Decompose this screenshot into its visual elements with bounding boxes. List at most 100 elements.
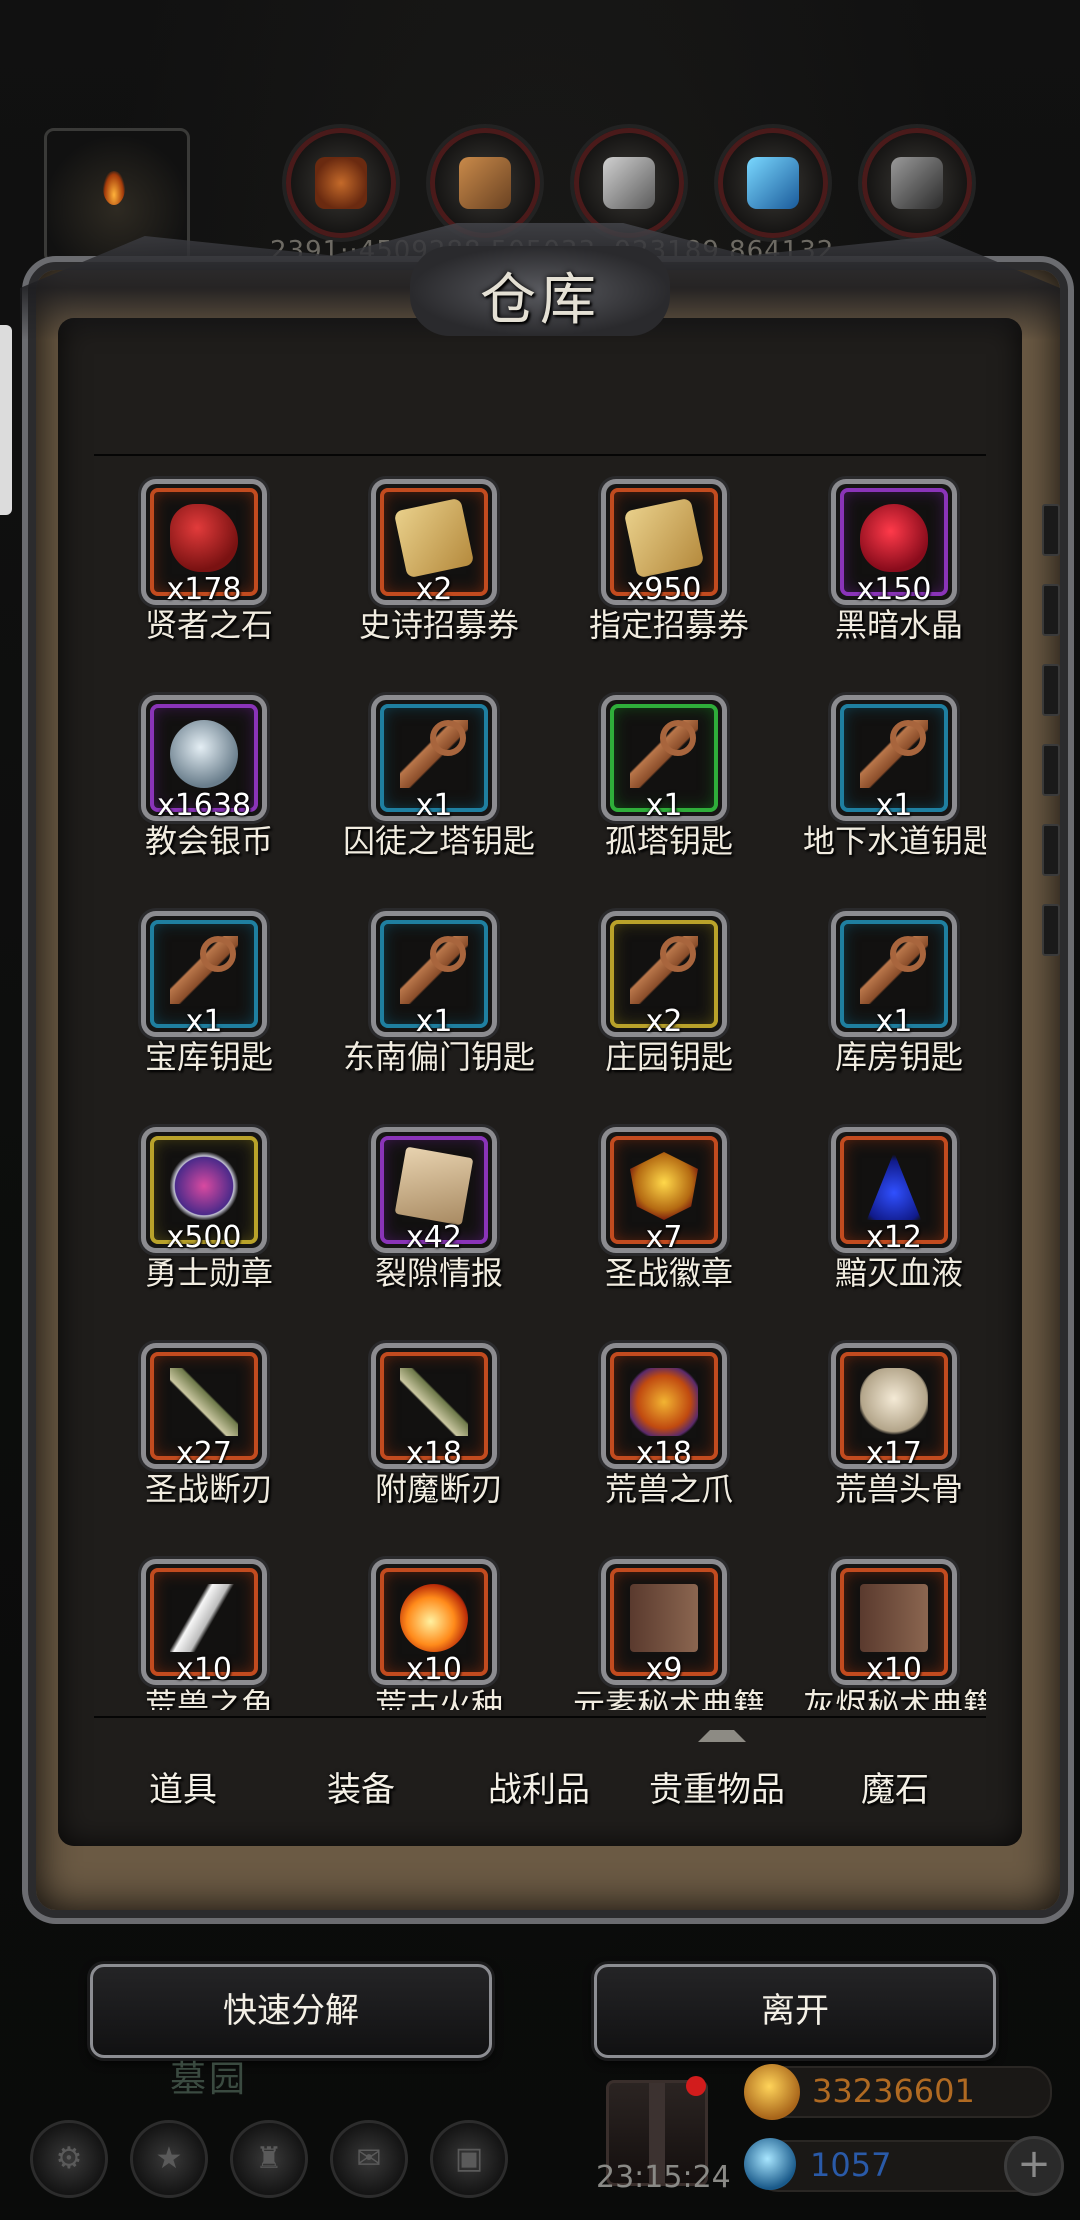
inventory-item[interactable]: x2 史诗招募券 xyxy=(324,470,554,686)
inventory-item[interactable]: x500 勇士勋章 xyxy=(94,1118,324,1334)
tab-equipment[interactable]: 装备 xyxy=(272,1722,450,1858)
hero-icon[interactable]: ♜ xyxy=(230,2120,308,2198)
key-icon xyxy=(400,936,468,1004)
inventory-item[interactable]: x42 裂隙情报 xyxy=(324,1118,554,1334)
item-slot[interactable]: x17 xyxy=(836,1348,952,1471)
stone-icon xyxy=(170,504,238,572)
tab-loot[interactable]: 战利品 xyxy=(450,1722,628,1858)
item-name: 裂隙情报 xyxy=(374,1254,503,1292)
inventory-item[interactable]: x950 指定招募券 xyxy=(554,470,784,686)
item-name: 灰烬秘术典籍 xyxy=(802,1686,986,1710)
item-slot[interactable]: x950 xyxy=(606,484,722,607)
star-icon[interactable]: ★ xyxy=(130,2120,208,2198)
item-slot[interactable]: x500 xyxy=(146,1132,262,1255)
item-slot[interactable]: x2 xyxy=(376,484,492,607)
gem-icon xyxy=(744,2138,796,2190)
blood-icon xyxy=(866,1152,922,1220)
inventory-item[interactable]: x178 贤者之石 xyxy=(94,470,324,686)
item-name: 囚徒之塔钥匙 xyxy=(342,822,535,860)
item-name: 东南偏门钥匙 xyxy=(342,1038,535,1076)
mail-icon[interactable]: ✉ xyxy=(330,2120,408,2198)
item-name: 库房钥匙 xyxy=(834,1038,963,1076)
key-icon xyxy=(630,936,698,1004)
item-slot[interactable]: x1 xyxy=(146,916,262,1039)
item-slot[interactable]: x2 xyxy=(606,916,722,1039)
item-name: 圣战断刃 xyxy=(144,1470,273,1508)
item-slot[interactable]: x150 xyxy=(836,484,952,607)
item-slot[interactable]: x7 xyxy=(606,1132,722,1255)
inventory-item[interactable]: x2 庄园钥匙 xyxy=(554,902,784,1118)
item-slot[interactable]: x178 xyxy=(146,484,262,607)
item-slot[interactable]: x1 xyxy=(376,916,492,1039)
item-slot[interactable]: x10 xyxy=(376,1564,492,1687)
item-grid[interactable]: x178 贤者之石 x2 史诗招募券 x950 指定招募券 x150 黑暗水晶 x1638 教会银… xyxy=(94,470,986,1710)
book-icon xyxy=(630,1584,698,1652)
inventory-item[interactable]: x1 孤塔钥匙 xyxy=(554,686,784,902)
tab-items[interactable]: 道具 xyxy=(94,1722,272,1858)
inventory-item[interactable]: x18 附魔断刃 xyxy=(324,1334,554,1550)
item-slot[interactable]: x12 xyxy=(836,1132,952,1255)
inventory-item[interactable]: x10 荒兽之角 xyxy=(94,1550,324,1710)
item-slot[interactable]: x42 xyxy=(376,1132,492,1255)
meat-icon[interactable] xyxy=(286,128,396,238)
add-gems-button[interactable]: + xyxy=(1004,2136,1064,2196)
inventory-item[interactable]: x9 元素秘术典籍 xyxy=(554,1550,784,1710)
item-name: 庄园钥匙 xyxy=(604,1038,733,1076)
inventory-item[interactable]: x10 荒古火种 xyxy=(324,1550,554,1710)
item-name: 荒兽之爪 xyxy=(604,1470,733,1508)
item-slot[interactable]: x10 xyxy=(146,1564,262,1687)
category-tabs: 道具 装备 战利品 贵重物品 魔石 xyxy=(94,1722,986,1858)
side-drawer-handle[interactable] xyxy=(0,325,12,515)
item-name: 黯灭血液 xyxy=(834,1254,963,1292)
settings-icon[interactable]: ⚙ xyxy=(30,2120,108,2198)
leave-button[interactable]: 离开 xyxy=(594,1964,996,2058)
claw-icon xyxy=(630,1368,698,1436)
item-slot[interactable]: x1 xyxy=(836,700,952,823)
book-icon xyxy=(860,1584,928,1652)
inventory-item[interactable]: x27 圣战断刃 xyxy=(94,1334,324,1550)
item-slot[interactable]: x10 xyxy=(836,1564,952,1687)
item-slot[interactable]: x18 xyxy=(376,1348,492,1471)
inventory-item[interactable]: x1 囚徒之塔钥匙 xyxy=(324,686,554,902)
key-icon xyxy=(630,720,698,788)
item-slot[interactable]: x1 xyxy=(376,700,492,823)
gold-amount: 33236601 xyxy=(812,2072,975,2110)
fire-icon xyxy=(400,1584,468,1652)
item-slot[interactable]: x18 xyxy=(606,1348,722,1471)
quick-decompose-button[interactable]: 快速分解 xyxy=(90,1964,492,2058)
item-slot[interactable]: x1 xyxy=(836,916,952,1039)
inventory-item[interactable]: x12 黯灭血液 xyxy=(784,1118,986,1334)
badge-icon xyxy=(630,1152,698,1220)
gift-timer: 23:15:24 xyxy=(596,2160,731,2195)
item-slot[interactable]: x27 xyxy=(146,1348,262,1471)
iron-icon[interactable] xyxy=(574,128,684,238)
item-slot[interactable]: x9 xyxy=(606,1564,722,1687)
key-icon xyxy=(860,720,928,788)
inventory-item[interactable]: x7 圣战徽章 xyxy=(554,1118,784,1334)
crystal-icon[interactable] xyxy=(718,128,828,238)
item-name: 勇士勋章 xyxy=(144,1254,273,1292)
inventory-item[interactable]: x1638 教会银币 xyxy=(94,686,324,902)
paper-icon xyxy=(394,1146,474,1226)
tab-magic-stones[interactable]: 魔石 xyxy=(806,1722,984,1858)
inventory-item[interactable]: x1 库房钥匙 xyxy=(784,902,986,1118)
ore-icon[interactable] xyxy=(862,128,972,238)
inventory-item[interactable]: x150 黑暗水晶 xyxy=(784,470,986,686)
inventory-item[interactable]: x1 地下水道钥匙 xyxy=(784,686,986,902)
scroll-icon xyxy=(393,497,475,579)
inventory-item[interactable]: x10 灰烬秘术典籍 xyxy=(784,1550,986,1710)
wood-icon[interactable] xyxy=(430,128,540,238)
gem-amount: 1057 xyxy=(810,2146,892,2184)
inventory-item[interactable]: x1 东南偏门钥匙 xyxy=(324,902,554,1118)
item-slot[interactable]: x1638 xyxy=(146,700,262,823)
item-slot[interactable]: x1 xyxy=(606,700,722,823)
crystal-icon xyxy=(860,504,928,572)
scroll-icon xyxy=(623,497,705,579)
inventory-item[interactable]: x18 荒兽之爪 xyxy=(554,1334,784,1550)
tab-valuables[interactable]: 贵重物品 xyxy=(628,1722,806,1858)
window-title: 仓库 xyxy=(480,268,600,333)
inventory-item[interactable]: x17 荒兽头骨 xyxy=(784,1334,986,1550)
item-name: 元素秘术典籍 xyxy=(572,1686,765,1710)
inventory-item[interactable]: x1 宝库钥匙 xyxy=(94,902,324,1118)
bag-icon[interactable]: ▣ xyxy=(430,2120,508,2198)
